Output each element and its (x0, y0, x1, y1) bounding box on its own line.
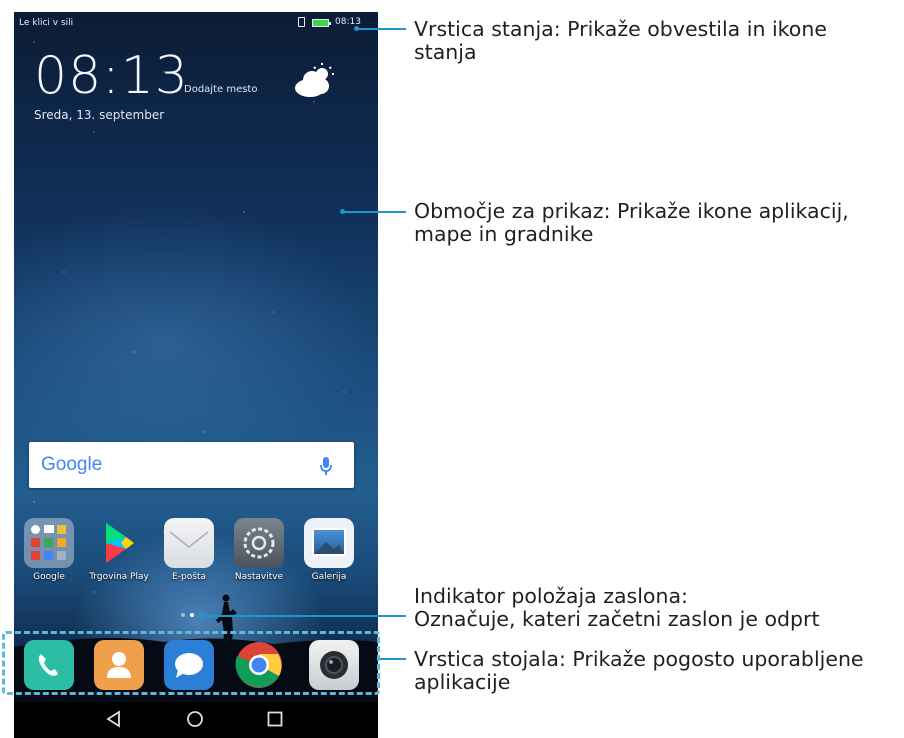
settings-icon (234, 518, 284, 568)
callout-indicator: Indikator položaja zaslona: Označuje, ka… (414, 585, 819, 631)
callout-text: Območje za prikaz: Prikaže ikone aplikac… (414, 199, 849, 223)
page-dot-active (190, 613, 194, 617)
email-icon (164, 518, 214, 568)
google-search-bar[interactable]: Google (29, 442, 354, 488)
app-settings[interactable]: Nastavitve (224, 518, 294, 582)
callout-text: Označuje, kateri začetni zaslon je odprt (414, 607, 820, 631)
lockscreen-clock: 08:13 (34, 46, 189, 106)
back-icon[interactable] (106, 710, 122, 728)
app-label: Nastavitve (234, 572, 284, 582)
callout-text: aplikacije (414, 670, 511, 694)
callout-line-status (358, 28, 406, 30)
app-google[interactable]: Google (14, 518, 84, 582)
app-play-store[interactable]: Trgovina Play (84, 518, 154, 582)
app-label: Galerija (311, 572, 347, 582)
callout-text: mape in gradnike (414, 222, 594, 246)
status-bar: Le klici v sili 08:13 (14, 12, 378, 34)
callout-text: Vrstica stojala: Prikaže pogosto uporabl… (414, 647, 864, 671)
gallery-icon (304, 518, 354, 568)
sim-icon (298, 17, 305, 27)
callout-text: stanja (414, 40, 477, 64)
app-label: Trgovina Play (89, 572, 149, 582)
google-folder-icon (24, 518, 74, 568)
callout-line-dock (380, 658, 406, 660)
microphone-icon[interactable] (319, 456, 333, 476)
app-label: E-pošta (172, 572, 206, 582)
play-store-icon (106, 523, 134, 563)
add-place-link[interactable]: Dodajte mesto (184, 84, 257, 95)
navigation-bar (14, 702, 378, 738)
callout-line-display (344, 211, 406, 213)
app-label: Google (33, 572, 65, 582)
home-icon[interactable] (186, 710, 204, 728)
callout-text: Indikator položaja zaslona: (414, 584, 688, 608)
carrier-label: Le klici v sili (19, 18, 74, 28)
page-dot (181, 613, 185, 617)
weather-cloud-sun-icon[interactable] (290, 62, 336, 98)
app-email[interactable]: E-pošta (154, 518, 224, 582)
callout-dock: Vrstica stojala: Prikaže pogosto uporabl… (414, 648, 864, 694)
google-logo-text: Google (41, 454, 103, 475)
app-row: Google Trgovina Play E-pošta Nastavitve (14, 518, 378, 598)
callout-line-indicator (203, 615, 406, 617)
app-gallery[interactable]: Galerija (294, 518, 364, 582)
battery-icon (312, 19, 331, 27)
callout-display-area: Območje za prikaz: Prikaže ikone aplikac… (414, 200, 849, 246)
google-logo: Google (41, 454, 102, 476)
phone-screen: Le klici v sili 08:13 08:13 Dodajte mest… (14, 12, 378, 738)
lockscreen-date: Sreda, 13. september (34, 108, 165, 122)
dock-highlight-outline (2, 631, 380, 695)
recents-icon[interactable] (266, 710, 284, 728)
callout-text: Vrstica stanja: Prikaže obvestila in iko… (414, 17, 827, 41)
callout-status-bar: Vrstica stanja: Prikaže obvestila in iko… (414, 18, 827, 64)
